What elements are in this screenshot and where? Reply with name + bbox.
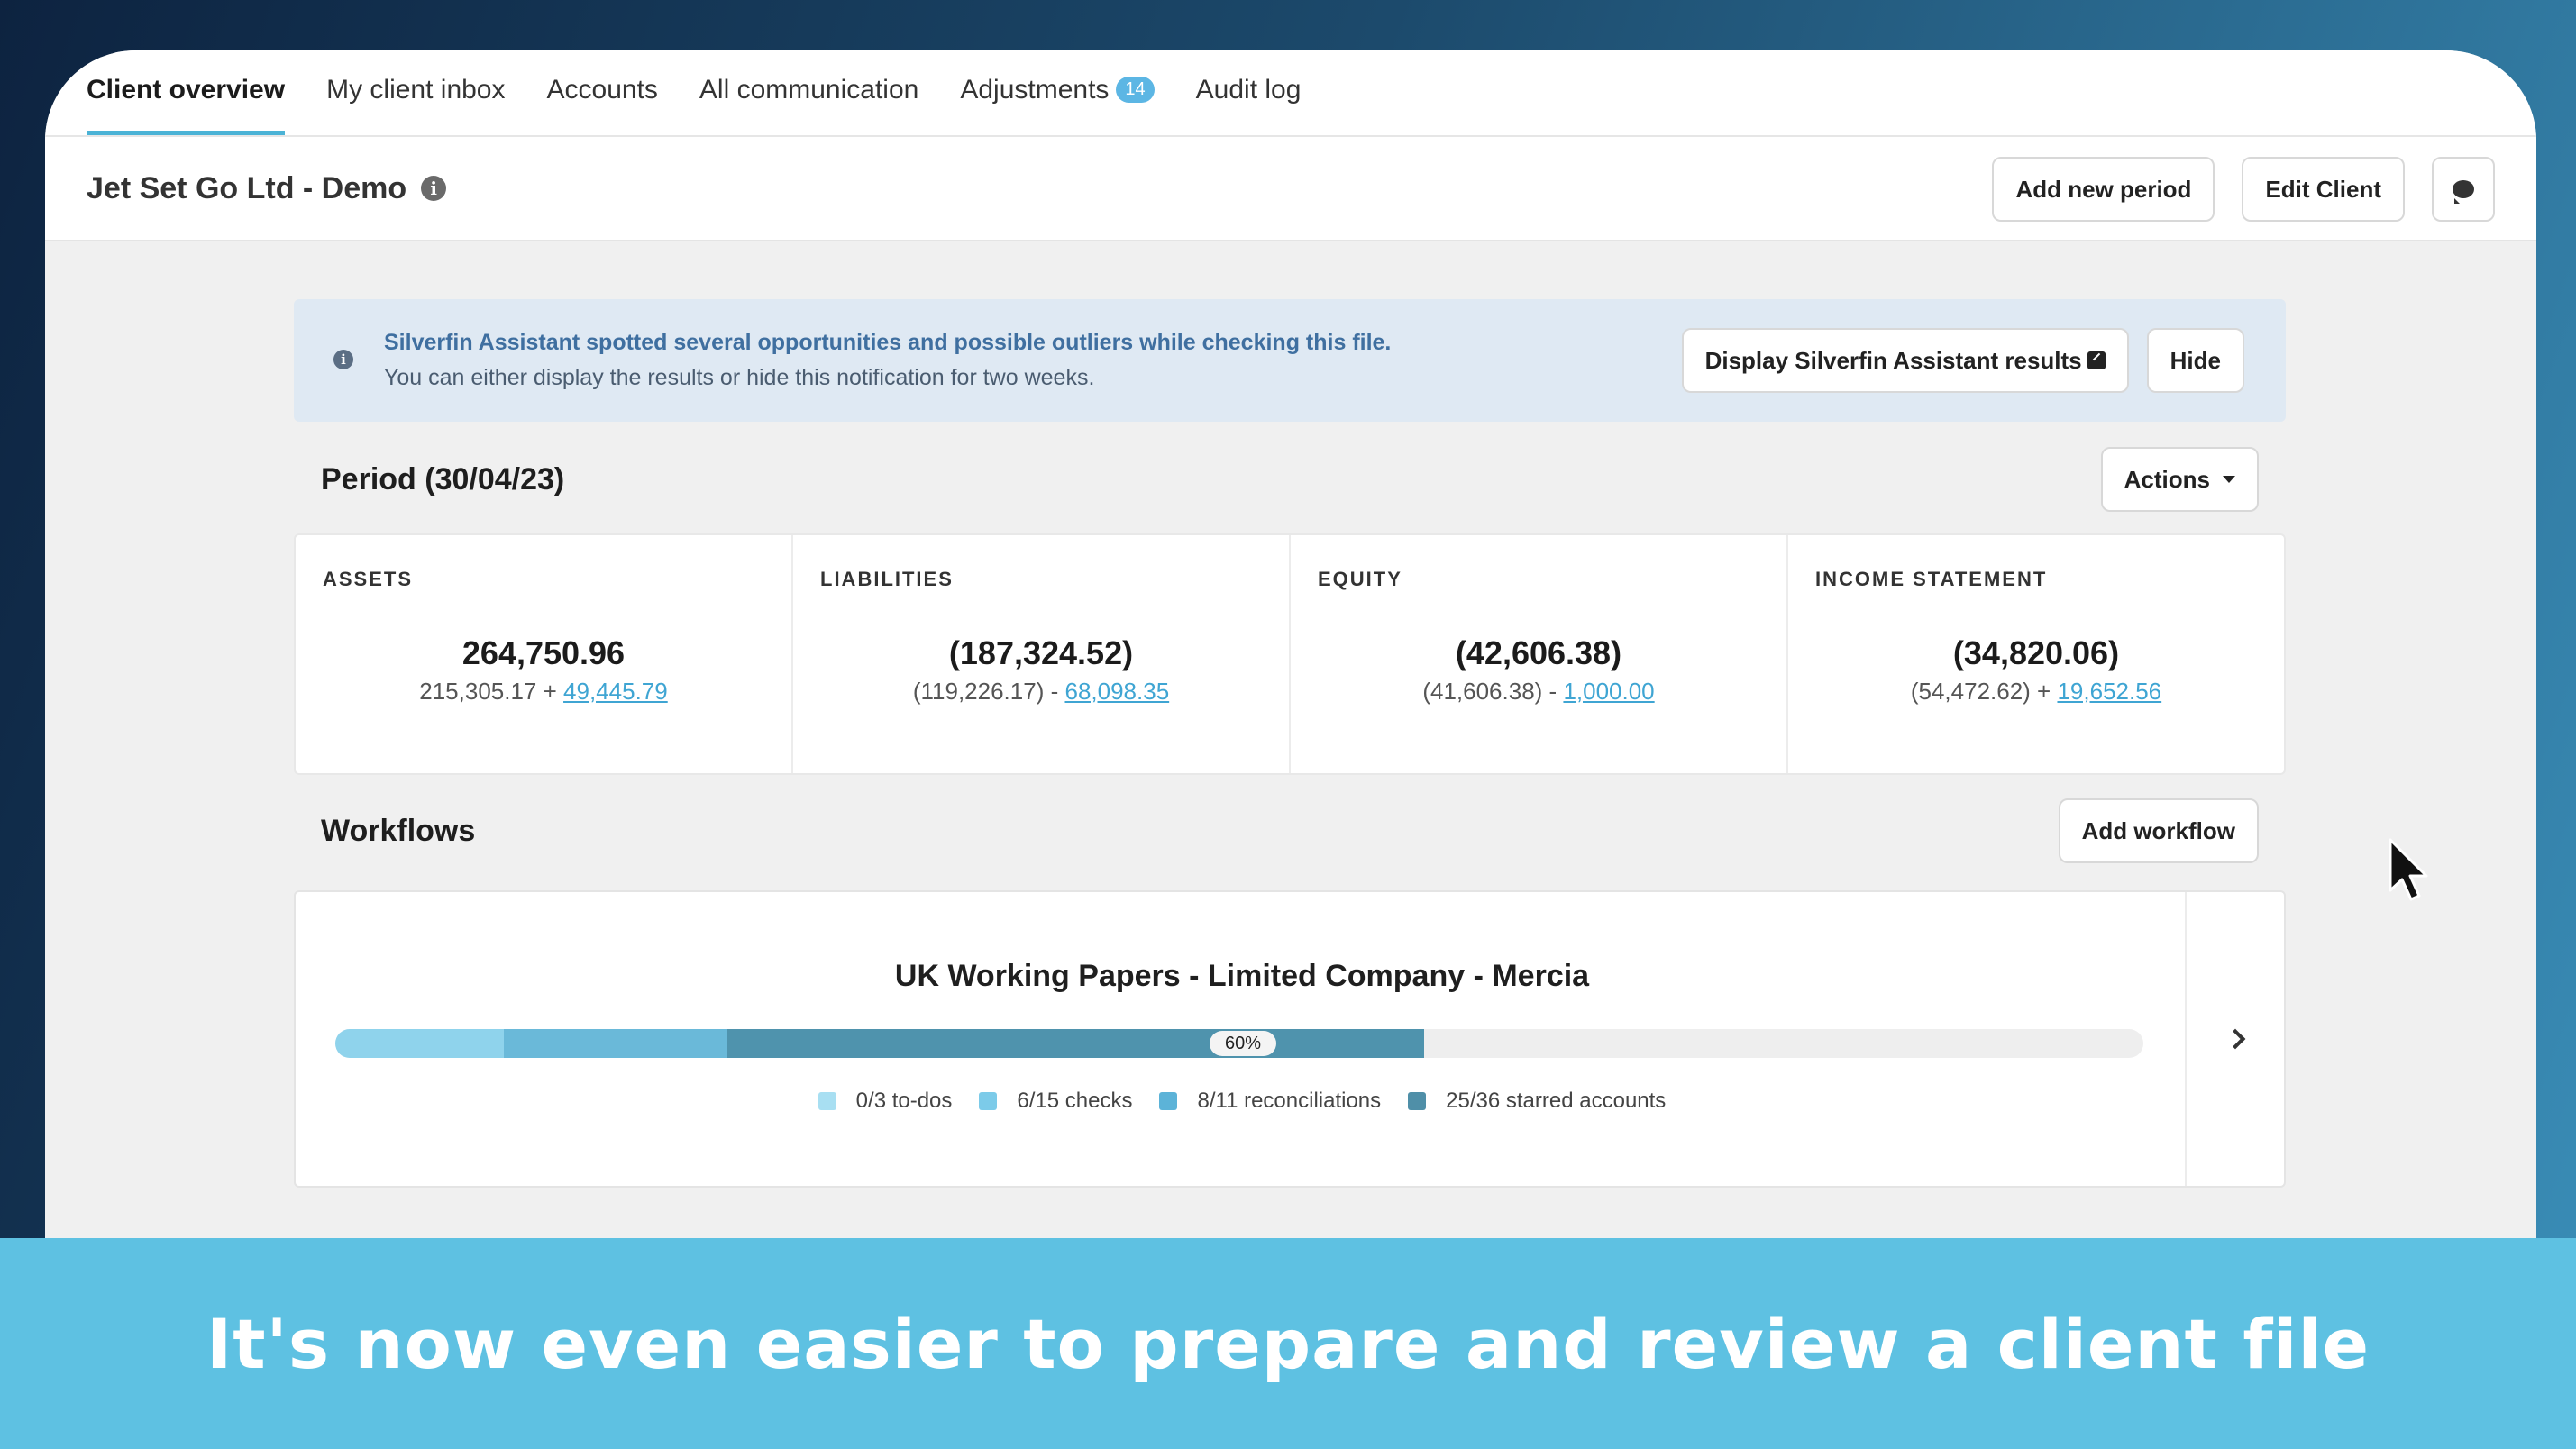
app-window: Client overview My client inbox Accounts… <box>45 50 2536 1240</box>
stat-breakdown: 215,305.17 + 49,445.79 <box>323 678 764 706</box>
chevron-right-icon <box>2224 1028 2246 1050</box>
stat-breakdown: (41,606.38) - 1,000.00 <box>1318 678 1759 706</box>
tab-audit-log[interactable]: Audit log <box>1196 50 1302 135</box>
legend-item: 6/15 checks <box>979 1089 1132 1114</box>
legend-item: 8/11 reconciliations <box>1159 1089 1381 1114</box>
info-icon[interactable]: i <box>421 176 447 201</box>
stat-value: (42,606.38) <box>1455 634 1622 671</box>
adjustments-count-badge: 14 <box>1116 77 1155 103</box>
tab-label: Audit log <box>1195 74 1302 105</box>
progress-percent-label: 60% <box>1210 1031 1276 1056</box>
stat-base: (54,472.62) + <box>1910 678 2051 705</box>
external-link-icon <box>2087 351 2106 369</box>
stat-label: LIABILITIES <box>820 568 954 590</box>
client-header: Jet Set Go Ltd - Demo i Add new period E… <box>45 137 2536 242</box>
stat-equity: EQUITY (42,606.38) (41,606.38) - 1,000.0… <box>1291 535 1788 773</box>
tab-bar: Client overview My client inbox Accounts… <box>45 50 2536 137</box>
tab-adjustments[interactable]: Adjustments 14 <box>960 50 1155 135</box>
progress-legend: 0/3 to-dos 6/15 checks 8/11 reconciliation… <box>296 1089 2188 1114</box>
display-assistant-results-label: Display Silverfin Assistant results <box>1704 346 2082 374</box>
stat-delta-link[interactable]: 68,098.35 <box>1064 678 1169 705</box>
legend-swatch <box>818 1092 836 1110</box>
tab-label: Accounts <box>546 74 658 105</box>
actions-label: Actions <box>2124 465 2210 493</box>
chat-icon <box>2453 180 2474 204</box>
info-icon: i <box>333 350 353 369</box>
legend-swatch <box>979 1092 998 1110</box>
legend-label: 0/3 to-dos <box>855 1089 953 1113</box>
stat-delta-link[interactable]: 19,652.56 <box>2057 678 2161 705</box>
stat-label: INCOME STATEMENT <box>1815 568 2048 590</box>
mouse-cursor-icon <box>2389 838 2428 901</box>
tab-my-client-inbox[interactable]: My client inbox <box>326 50 505 135</box>
stat-value: (34,820.06) <box>1952 634 2120 671</box>
stat-label: ASSETS <box>323 568 414 590</box>
progress-segment <box>727 1029 1424 1058</box>
workflow-name: UK Working Papers - Limited Company - Me… <box>894 959 1590 993</box>
notice-text: Silverfin Assistant spotted several oppo… <box>384 330 1391 391</box>
assistant-notice: i Silverfin Assistant spotted several op… <box>294 299 2286 422</box>
caption-banner: It's now even easier to prepare and revi… <box>0 1238 2576 1449</box>
stat-base: (41,606.38) - <box>1422 678 1557 705</box>
workflows-header: Workflows Add workflow <box>294 798 2286 863</box>
open-workflow-button[interactable] <box>2185 892 2284 1186</box>
stat-value: 264,750.96 <box>461 634 626 671</box>
legend-label: 6/15 checks <box>1017 1089 1133 1113</box>
display-assistant-results-button[interactable]: Display Silverfin Assistant results <box>1681 328 2129 393</box>
tab-label: My client inbox <box>326 74 506 105</box>
stat-base: (119,226.17) - <box>912 678 1059 705</box>
caret-down-icon <box>2223 476 2235 483</box>
legend-label: 25/36 starred accounts <box>1446 1089 1667 1113</box>
progress-segment <box>503 1029 728 1058</box>
stat-value: (187,324.52) <box>948 634 1134 671</box>
period-title: Period (30/04/23) <box>321 461 565 497</box>
actions-dropdown[interactable]: Actions <box>2100 447 2259 512</box>
legend-swatch <box>1408 1092 1427 1110</box>
add-new-period-button[interactable]: Add new period <box>1992 157 2215 222</box>
legend-item: 0/3 to-dos <box>818 1089 953 1114</box>
client-name: Jet Set Go Ltd - Demo <box>87 170 407 205</box>
comments-button[interactable] <box>2432 157 2495 222</box>
stat-assets: ASSETS 264,750.96 215,305.17 + 49,445.79 <box>296 535 793 773</box>
stat-label: EQUITY <box>1318 568 1402 590</box>
progress-segment <box>335 1029 504 1058</box>
add-workflow-button[interactable]: Add workflow <box>2058 798 2259 863</box>
legend-item: 25/36 starred accounts <box>1408 1089 1666 1114</box>
workflow-card[interactable]: UK Working Papers - Limited Company - Me… <box>294 890 2286 1188</box>
stat-delta-link[interactable]: 49,445.79 <box>563 678 668 705</box>
legend-swatch <box>1159 1092 1178 1110</box>
stat-breakdown: (54,472.62) + 19,652.56 <box>1815 678 2257 706</box>
caption-text: It's now even easier to prepare and revi… <box>206 1303 2370 1384</box>
tab-label: Client overview <box>87 74 286 105</box>
notice-actions: Display Silverfin Assistant results Hide <box>1681 328 2244 393</box>
tab-label: Adjustments <box>960 74 1110 105</box>
tab-all-communication[interactable]: All communication <box>699 50 918 135</box>
notice-body: You can either display the results or hi… <box>384 365 1095 390</box>
stat-breakdown: (119,226.17) - 68,098.35 <box>820 678 1262 706</box>
workflows-title: Workflows <box>321 813 476 848</box>
tab-client-overview[interactable]: Client overview <box>87 50 286 135</box>
stat-base: 215,305.17 + <box>419 678 557 705</box>
legend-label: 8/11 reconciliations <box>1197 1089 1382 1113</box>
tab-accounts[interactable]: Accounts <box>547 50 658 135</box>
stat-delta-link[interactable]: 1,000.00 <box>1563 678 1654 705</box>
period-header: Period (30/04/23) Actions <box>294 447 2286 512</box>
stat-income-statement: INCOME STATEMENT (34,820.06) (54,472.62)… <box>1788 535 2284 773</box>
edit-client-button[interactable]: Edit Client <box>2242 157 2405 222</box>
client-actions: Add new period Edit Client <box>1992 157 2495 222</box>
balance-summary: ASSETS 264,750.96 215,305.17 + 49,445.79… <box>294 533 2286 775</box>
stat-liabilities: LIABILITIES (187,324.52) (119,226.17) - … <box>793 535 1291 773</box>
tab-label: All communication <box>699 74 919 105</box>
hide-notice-button[interactable]: Hide <box>2146 328 2244 393</box>
notice-title: Silverfin Assistant spotted several oppo… <box>384 330 1392 355</box>
main-content: i Silverfin Assistant spotted several op… <box>294 299 2286 1188</box>
